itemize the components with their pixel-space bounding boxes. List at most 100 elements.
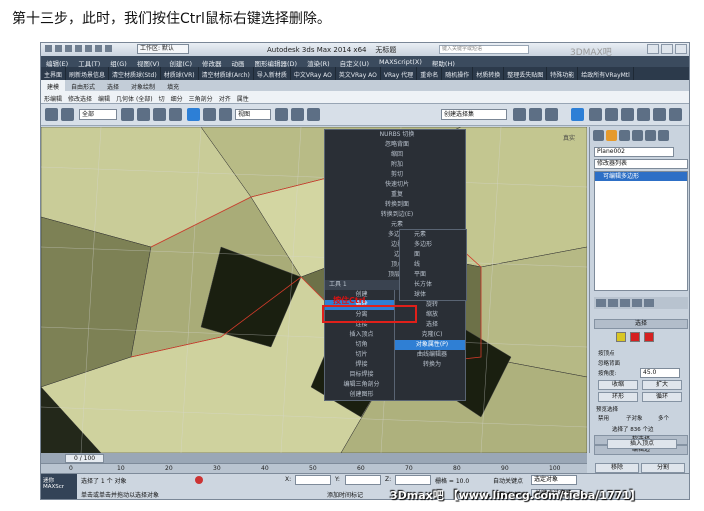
quad-item[interactable]: 忽略背面 xyxy=(325,140,465,150)
plugin-button[interactable]: 随机操作 xyxy=(442,67,474,80)
add-time-tag[interactable]: 添加时间标记 xyxy=(327,490,363,499)
workspace-select[interactable]: 工作区: 默认 xyxy=(137,44,189,54)
ribbon-item[interactable]: 切 xyxy=(156,91,168,103)
ribbon-item[interactable]: 修改选择 xyxy=(65,91,95,103)
hierarchy-tab-icon[interactable] xyxy=(619,130,630,141)
menu-edit[interactable]: 编辑(E) xyxy=(41,56,73,68)
quad-item[interactable]: 目标焊接 xyxy=(325,370,394,380)
plugin-button[interactable]: 清空材质球(Arch) xyxy=(199,67,254,80)
quad-item[interactable]: 快速切片 xyxy=(325,180,465,190)
ignore-backfacing-checkbox[interactable]: 忽略背面 xyxy=(598,359,620,367)
quad-subitem[interactable]: 元素 xyxy=(400,230,466,240)
quad-item[interactable]: 插入顶点 xyxy=(325,330,394,340)
motion-tab-icon[interactable] xyxy=(632,130,643,141)
y-coord-field[interactable] xyxy=(345,475,381,485)
menu-graph-editors[interactable]: 图形编辑器(D) xyxy=(250,56,303,68)
reference-coord-select[interactable]: 视图 xyxy=(235,109,271,120)
ribbon-item[interactable]: 三角剖分 xyxy=(186,91,216,103)
save-icon[interactable] xyxy=(75,45,82,52)
tab-object-paint[interactable]: 对象绘制 xyxy=(125,80,161,91)
new-icon[interactable] xyxy=(55,45,62,52)
plugin-button[interactable]: 中文VRay AO xyxy=(291,67,336,80)
render-icon[interactable] xyxy=(669,108,682,121)
quad-item[interactable]: 附加 xyxy=(325,160,465,170)
render-setup-icon[interactable] xyxy=(637,108,650,121)
menu-rendering[interactable]: 渲染(R) xyxy=(302,56,335,68)
element-mode-icon[interactable] xyxy=(644,332,654,342)
quad-item[interactable]: 创建图形 xyxy=(325,390,394,400)
quad-item[interactable]: 缩回 xyxy=(325,150,465,160)
quad-item[interactable]: 切片 xyxy=(325,350,394,360)
viewport-shading-label[interactable]: 真实 xyxy=(563,133,575,142)
undo-icon[interactable] xyxy=(45,108,58,121)
x-coord-field[interactable] xyxy=(295,475,331,485)
named-selection-set[interactable]: 创建选择集 xyxy=(441,109,507,120)
scale-icon[interactable] xyxy=(219,108,232,121)
rollout-selection[interactable]: 选择 xyxy=(594,319,688,329)
maximize-button[interactable] xyxy=(661,44,673,54)
ring-button[interactable]: 环形 xyxy=(598,392,638,402)
plugin-button[interactable]: 材质转换 xyxy=(473,67,505,80)
tab-freeform[interactable]: 自由形式 xyxy=(65,80,101,91)
quad-subitem[interactable]: 多边形 xyxy=(400,240,466,250)
plugin-button[interactable]: 导入新材质 xyxy=(254,67,291,80)
remove-button[interactable]: 移除 xyxy=(595,463,639,473)
make-unique-icon[interactable] xyxy=(620,299,630,307)
material-editor-icon[interactable] xyxy=(621,108,634,121)
ribbon-item[interactable]: 编辑 xyxy=(95,91,113,103)
modify-tab-icon[interactable] xyxy=(606,130,617,141)
time-slider-thumb[interactable]: 0 / 100 xyxy=(65,454,105,463)
preview-subobject-radio[interactable]: 子对象 xyxy=(626,414,643,422)
menu-create[interactable]: 创建(C) xyxy=(164,56,197,68)
ribbon-item[interactable]: 细分 xyxy=(168,91,186,103)
track-bar[interactable]: 0 10 20 30 40 50 60 70 80 90 100 xyxy=(41,463,587,473)
insert-vertex-button[interactable]: 插入顶点 xyxy=(607,439,677,449)
quad-subitem[interactable]: 长方体 xyxy=(400,280,466,290)
quad-item[interactable]: 转换到面 xyxy=(325,200,465,210)
z-coord-field[interactable] xyxy=(395,475,431,485)
menu-modifiers[interactable]: 修改器 xyxy=(197,56,227,68)
rotate-icon[interactable] xyxy=(203,108,216,121)
by-vertex-checkbox[interactable]: 按顶点 xyxy=(598,349,615,357)
plugin-button[interactable]: 清空材质球(Std) xyxy=(109,67,161,80)
preview-multi-radio[interactable]: 多个 xyxy=(658,414,669,422)
minimize-button[interactable] xyxy=(647,44,659,54)
quad-item[interactable]: 剪切 xyxy=(325,170,465,180)
plugin-button[interactable]: 刷新场景信息 xyxy=(66,67,110,80)
mirror-icon[interactable] xyxy=(513,108,526,121)
undo-icon[interactable] xyxy=(85,45,92,52)
search-input[interactable]: 键入关键字或短语 xyxy=(439,45,529,54)
project-icon[interactable] xyxy=(105,45,112,52)
graphite-toggle-icon[interactable] xyxy=(571,108,584,121)
split-button[interactable]: 分割 xyxy=(641,463,685,473)
rect-select-icon[interactable] xyxy=(153,108,166,121)
window-crossing-icon[interactable] xyxy=(169,108,182,121)
tab-selection[interactable]: 选择 xyxy=(101,80,125,91)
curve-editor-icon[interactable] xyxy=(589,108,602,121)
remove-modifier-icon[interactable] xyxy=(632,299,642,307)
render-frame-icon[interactable] xyxy=(653,108,666,121)
quad-item[interactable]: 转换到边(E) xyxy=(325,210,465,220)
quad-item[interactable]: 重复 xyxy=(325,190,465,200)
menu-customize[interactable]: 自定义(U) xyxy=(335,56,374,68)
show-end-result-icon[interactable] xyxy=(608,299,618,307)
key-filter-select[interactable]: 选定对象 xyxy=(531,475,577,485)
preview-off-radio[interactable]: 禁用 xyxy=(598,414,609,422)
edge-mode-icon[interactable] xyxy=(616,332,626,342)
menu-help[interactable]: 帮助(H) xyxy=(427,56,460,68)
selection-filter[interactable]: 全部 xyxy=(79,109,117,120)
open-icon[interactable] xyxy=(65,45,72,52)
quad-subitem[interactable]: 平面 xyxy=(400,270,466,280)
quad-item[interactable]: 焊接 xyxy=(325,360,394,370)
ribbon-item[interactable]: 对齐 xyxy=(216,91,234,103)
quad-item[interactable]: 克隆(C) xyxy=(395,330,465,340)
select-by-name-icon[interactable] xyxy=(137,108,150,121)
tab-populate[interactable]: 填充 xyxy=(161,80,185,91)
angle-spinner[interactable]: 45.0 xyxy=(640,368,680,378)
layer-icon[interactable] xyxy=(545,108,558,121)
align-icon[interactable] xyxy=(529,108,542,121)
menu-tools[interactable]: 工具(T) xyxy=(73,56,105,68)
lock-icon[interactable] xyxy=(195,476,203,484)
utilities-tab-icon[interactable] xyxy=(658,130,669,141)
move-icon[interactable] xyxy=(187,108,200,121)
